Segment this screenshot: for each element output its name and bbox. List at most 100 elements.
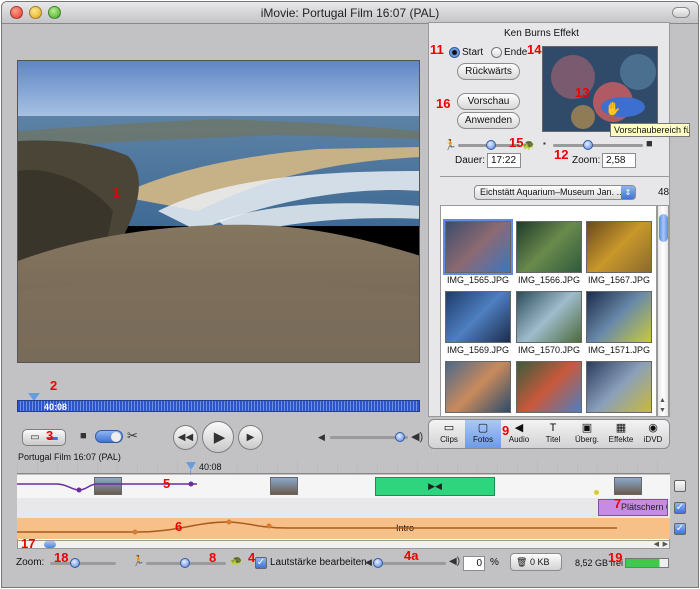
monitor-view-icon: ▭ <box>30 432 40 443</box>
timeline-scroll-thumb[interactable] <box>44 541 56 548</box>
rewind-button[interactable]: ◀◀ <box>173 425 198 450</box>
speed-slow-icon: 🏃 <box>444 140 457 151</box>
mode-transitions-button[interactable]: ▣ Überg. <box>569 420 605 448</box>
mode-idvd-button[interactable]: ◉ iDVD <box>635 420 671 448</box>
mode-label: Effekte <box>608 435 634 444</box>
duration-field[interactable]: 17:22 <box>487 153 521 168</box>
zoom-label: Zoom: <box>572 155 601 166</box>
photo-thumb[interactable] <box>516 361 582 413</box>
audio-track-1[interactable] <box>17 498 670 520</box>
edit-volume-checkbox[interactable]: ✓ <box>255 557 267 569</box>
video-track-toggle[interactable] <box>674 480 686 492</box>
transition-clip[interactable]: ▶◀ <box>375 477 495 496</box>
volume-slider-knob[interactable] <box>395 432 405 442</box>
zoom-field[interactable]: 2,58 <box>602 153 636 168</box>
annotation-14: 14 <box>527 42 542 57</box>
duration-slider-knob[interactable] <box>486 140 496 150</box>
edit-volume-label: Lautstärke bearbeiten <box>270 557 367 568</box>
audio-clip[interactable]: Plätschern 02 <box>598 499 668 516</box>
photo-thumb[interactable] <box>445 361 511 413</box>
end-label: Ende <box>504 47 528 58</box>
video-clip-thumb[interactable] <box>270 477 298 495</box>
mode-switch[interactable] <box>95 430 123 443</box>
reverse-button[interactable]: Rückwärts <box>457 63 520 80</box>
ken-burns-preview[interactable]: ✋ <box>542 46 658 132</box>
audio-volume-curve[interactable] <box>17 518 617 539</box>
scrubber-bar[interactable] <box>17 400 420 412</box>
clip-volume-knob[interactable] <box>373 558 383 568</box>
photo-thumb-label: IMG_1565.JPG <box>446 275 510 285</box>
photo-thumb[interactable] <box>586 361 652 413</box>
mode-titles-button[interactable]: T Titel <box>535 420 571 448</box>
mode-clips-button[interactable]: ▭ Clips <box>431 420 467 448</box>
audio-track-1-toggle[interactable]: ✓ <box>674 502 686 514</box>
annotation-19: 19 <box>608 550 623 565</box>
photo-thumb[interactable] <box>516 221 582 273</box>
photo-thumb[interactable] <box>443 219 513 275</box>
mode-photos-button[interactable]: ▢ Fotos <box>465 420 501 448</box>
photo-thumb[interactable] <box>586 221 652 273</box>
timeline-playhead-time: 40:08 <box>199 462 222 472</box>
hand-cursor-icon: ✋ <box>605 101 622 116</box>
photo-thumb[interactable] <box>586 291 652 343</box>
photo-thumb-label: IMG_1566.JPG <box>517 275 581 285</box>
transitions-icon: ▣ <box>581 422 593 434</box>
idvd-icon: ◉ <box>648 422 658 434</box>
trash-button[interactable]: 🗑 0 KB <box>510 553 562 571</box>
timeline-scrollbar[interactable]: ◀ ▶ <box>17 540 670 549</box>
photo-thumb[interactable] <box>516 291 582 343</box>
annotation-4a: 4a <box>404 548 419 563</box>
mode-effects-button[interactable]: ▦ Effekte <box>603 420 639 448</box>
panel-divider <box>440 176 670 177</box>
photo-grid-scroll-thumb[interactable] <box>659 214 668 242</box>
audio-marker-pin[interactable] <box>594 490 599 495</box>
disk-space-bar <box>625 558 669 568</box>
toolbar-toggle-button[interactable] <box>672 7 690 18</box>
play-button[interactable]: ▶ <box>202 421 234 453</box>
coastal-landscape-frame <box>18 61 419 362</box>
timeline-zoom-label: Zoom: <box>16 557 45 568</box>
title-bar[interactable]: iMovie: Portugal Film 16:07 (PAL) <box>2 2 698 24</box>
apply-button[interactable]: Anwenden <box>457 112 520 129</box>
annotation-11: 11 <box>430 42 444 57</box>
trash-icon: 🗑 <box>516 557 528 567</box>
ken-burns-title: Ken Burns Effekt <box>504 28 579 39</box>
ken-burns-zoom-knob[interactable] <box>583 140 593 150</box>
photo-count: 48 <box>658 187 670 198</box>
trash-size: 0 KB <box>529 557 550 567</box>
speed-slow-icon: 🏃 <box>132 556 145 567</box>
audio-track-2-toggle[interactable]: ✓ <box>674 523 686 535</box>
timeline-playhead-marker[interactable] <box>186 462 196 470</box>
album-select[interactable]: Eichstätt Aquarium–Museum Jan. ... ⇕ <box>474 185 636 200</box>
annotation-2: 2 <box>50 378 58 393</box>
preview-button[interactable]: Vorschau <box>457 93 520 110</box>
photo-grid-scrollbar[interactable]: ▲ ▼ <box>657 205 669 417</box>
start-radio[interactable] <box>449 47 460 58</box>
mode-label: Titel <box>545 435 561 444</box>
annotation-5: 5 <box>163 476 171 491</box>
fullscreen-play-icon: ▶ <box>246 432 255 443</box>
clips-icon: ▭ <box>443 422 455 434</box>
end-radio[interactable] <box>491 47 502 58</box>
volume-low-icon: ◀ <box>365 557 372 567</box>
clip-volume-field[interactable]: 0 <box>463 556 485 571</box>
timeline-zoom-knob[interactable] <box>70 558 80 568</box>
video-clip-thumb[interactable] <box>614 477 642 495</box>
mode-label: Audio <box>508 435 530 444</box>
view-toggle-button[interactable]: ▭ ▬ <box>22 429 66 446</box>
fullscreen-play-button[interactable]: ▶ <box>238 425 263 450</box>
annotation-9: 9 <box>502 423 510 438</box>
mode-label: Clips <box>440 435 458 444</box>
timeline-ruler[interactable] <box>17 462 670 474</box>
camera-icon: ■ <box>80 430 87 442</box>
photo-thumb-label: IMG_1569.JPG <box>446 345 510 355</box>
project-label: Portugal Film 16:07 (PAL) <box>18 452 121 462</box>
photo-thumb[interactable] <box>445 291 511 343</box>
scroll-right-icon: ▶ <box>662 541 668 548</box>
speed-fast-icon: 🐢 <box>522 140 535 151</box>
annotation-15: 15 <box>509 135 524 150</box>
speed-fast-icon: 🐢 <box>230 556 243 567</box>
clip-speed-knob[interactable] <box>180 558 190 568</box>
video-monitor[interactable] <box>17 60 420 363</box>
volume-low-icon: ◀ <box>318 432 325 442</box>
